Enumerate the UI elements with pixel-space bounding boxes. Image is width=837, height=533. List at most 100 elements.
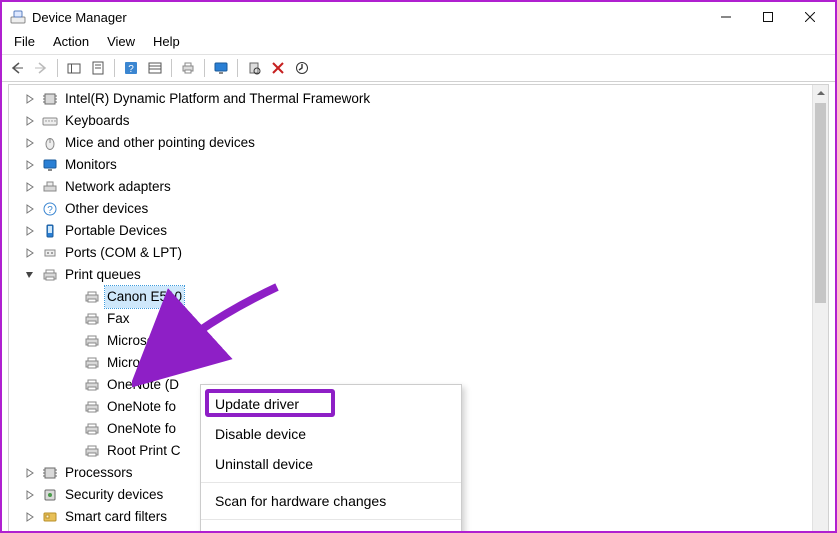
chevron-right-icon[interactable] — [24, 511, 36, 523]
printer-icon — [84, 289, 100, 305]
other-icon: ? — [42, 201, 58, 217]
tree-category[interactable]: Mice and other pointing devices — [14, 132, 811, 154]
ctx-separator — [201, 482, 461, 483]
minimize-button[interactable] — [705, 3, 747, 31]
printer-icon — [84, 311, 100, 327]
tree-item-label: OneNote fo — [105, 418, 178, 440]
list-icon[interactable] — [144, 57, 166, 79]
chevron-right-icon[interactable] — [24, 467, 36, 479]
tree-device[interactable]: Microsoft X — [14, 352, 811, 374]
tree-category[interactable]: Monitors — [14, 154, 811, 176]
scan-hardware-icon[interactable] — [243, 57, 265, 79]
update-driver-toolbar-icon[interactable] — [291, 57, 313, 79]
device-manager-icon — [10, 9, 26, 25]
security-icon — [42, 487, 58, 503]
printer-icon — [84, 333, 100, 349]
chevron-right-icon[interactable] — [24, 489, 36, 501]
back-icon[interactable] — [6, 57, 28, 79]
window-title: Device Manager — [32, 10, 127, 25]
tree-item-label: Mice and other pointing devices — [63, 132, 257, 154]
tree-item-label: Keyboards — [63, 110, 132, 132]
tree-item-label: Smart card filters — [63, 506, 169, 528]
tree-item-label: Print queues — [63, 264, 143, 286]
tree-category[interactable]: ? Other devices — [14, 198, 811, 220]
menu-help[interactable]: Help — [145, 32, 188, 54]
vertical-scrollbar[interactable] — [812, 85, 828, 531]
properties-icon[interactable] — [87, 57, 109, 79]
tree-category[interactable]: Intel(R) Dynamic Platform and Thermal Fr… — [14, 88, 811, 110]
scrollbar-up-icon[interactable] — [813, 85, 828, 101]
tree-category[interactable]: Print queues — [14, 264, 811, 286]
chevron-right-icon[interactable] — [24, 181, 36, 193]
chevron-right-icon[interactable] — [24, 115, 36, 127]
ctx-disable-device[interactable]: Disable device — [201, 419, 461, 449]
remove-device-icon[interactable] — [267, 57, 289, 79]
chip-icon — [42, 465, 58, 481]
close-button[interactable] — [789, 3, 831, 31]
tree-item-label: Monitors — [63, 154, 119, 176]
monitor-toolbar-icon[interactable] — [210, 57, 232, 79]
svg-text:?: ? — [47, 205, 53, 216]
printer-icon — [42, 267, 58, 283]
ctx-update-driver[interactable]: Update driver — [201, 389, 461, 419]
toolbar-separator — [237, 59, 238, 77]
show-hide-icon[interactable] — [63, 57, 85, 79]
tree-item-label: Other devices — [63, 198, 150, 220]
ctx-properties[interactable]: Properties — [201, 523, 461, 531]
tree-item-label: Portable Devices — [63, 220, 169, 242]
tree-item-label: Microsoft P — [105, 330, 177, 352]
tree-device[interactable]: Fax — [14, 308, 811, 330]
chevron-right-icon[interactable] — [24, 93, 36, 105]
maximize-button[interactable] — [747, 3, 789, 31]
scrollbar-thumb[interactable] — [815, 103, 826, 303]
chip-icon — [42, 91, 58, 107]
mouse-icon — [42, 135, 58, 151]
printer-icon — [84, 399, 100, 415]
chevron-right-icon[interactable] — [24, 203, 36, 215]
tree-category[interactable]: Portable Devices — [14, 220, 811, 242]
network-icon — [42, 179, 58, 195]
ctx-uninstall-device[interactable]: Uninstall device — [201, 449, 461, 479]
svg-text:?: ? — [128, 64, 134, 75]
toolbar-separator — [57, 59, 58, 77]
menu-action[interactable]: Action — [45, 32, 97, 54]
tree-item-label: OneNote fo — [105, 396, 178, 418]
toolbar-separator — [114, 59, 115, 77]
tree-item-label: Root Print C — [105, 440, 183, 462]
content-area: Intel(R) Dynamic Platform and Thermal Fr… — [2, 82, 835, 531]
tree-item-label: Canon E510 — [105, 286, 184, 308]
tree-item-label: OneNote (D — [105, 374, 181, 396]
tree-device[interactable]: Canon E510 — [14, 286, 811, 308]
tree-category[interactable]: Network adapters — [14, 176, 811, 198]
toolbar-separator — [204, 59, 205, 77]
tree-item-label: Security devices — [63, 484, 165, 506]
tree-item-label: Intel(R) Dynamic Platform and Thermal Fr… — [63, 88, 372, 110]
chevron-down-icon[interactable] — [24, 269, 36, 281]
forward-icon[interactable] — [30, 57, 52, 79]
ctx-scan-hardware[interactable]: Scan for hardware changes — [201, 486, 461, 516]
chevron-right-icon[interactable] — [24, 137, 36, 149]
printer-icon — [84, 421, 100, 437]
help-icon[interactable]: ? — [120, 57, 142, 79]
portable-icon — [42, 223, 58, 239]
chevron-right-icon[interactable] — [24, 247, 36, 259]
tree-item-label: Network adapters — [63, 176, 173, 198]
print-icon[interactable] — [177, 57, 199, 79]
printer-icon — [84, 443, 100, 459]
toolbar-separator — [171, 59, 172, 77]
chevron-right-icon[interactable] — [24, 159, 36, 171]
menu-view[interactable]: View — [99, 32, 143, 54]
tree-item-label: Ports (COM & LPT) — [63, 242, 184, 264]
printer-icon — [84, 377, 100, 393]
toolbar: ? — [2, 54, 835, 82]
chevron-right-icon[interactable] — [24, 225, 36, 237]
keyboard-icon — [42, 113, 58, 129]
tree-category[interactable]: Keyboards — [14, 110, 811, 132]
port-icon — [42, 245, 58, 261]
menubar: File Action View Help — [2, 32, 835, 54]
tree-category[interactable]: Ports (COM & LPT) — [14, 242, 811, 264]
menu-file[interactable]: File — [6, 32, 43, 54]
tree-device[interactable]: Microsoft P — [14, 330, 811, 352]
tree-item-label: Microsoft X — [105, 352, 177, 374]
tree-item-label: Processors — [63, 462, 135, 484]
